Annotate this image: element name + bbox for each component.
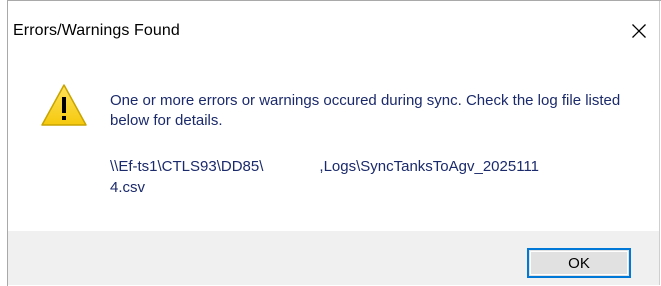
log-file-path: \\Ef-ts1\CTLS93\DD85\ ,Logs\SyncTanksToAg… [110,156,630,198]
dialog-title: Errors/Warnings Found [13,22,180,39]
redacted-segment [263,161,319,173]
log-path-part3: 4.csv [110,179,146,196]
dialog-titlebar[interactable]: Errors/Warnings Found [8,1,659,61]
error-message: One or more errors or warnings occured d… [110,92,621,129]
warning-icon [41,84,87,126]
log-path-part2: ,Logs\SyncTanksToAgv_2025111 [319,158,540,175]
close-button[interactable] [619,11,659,51]
error-dialog: Errors/Warnings Found One or more errors… [8,1,660,285]
log-path-part1: \\Ef-ts1\CTLS93\DD85\ [110,158,264,175]
dialog-body: One or more errors or warnings occured d… [8,61,659,231]
close-icon [632,24,646,38]
ok-button[interactable]: OK [527,248,631,278]
dialog-footer: OK [8,231,659,285]
